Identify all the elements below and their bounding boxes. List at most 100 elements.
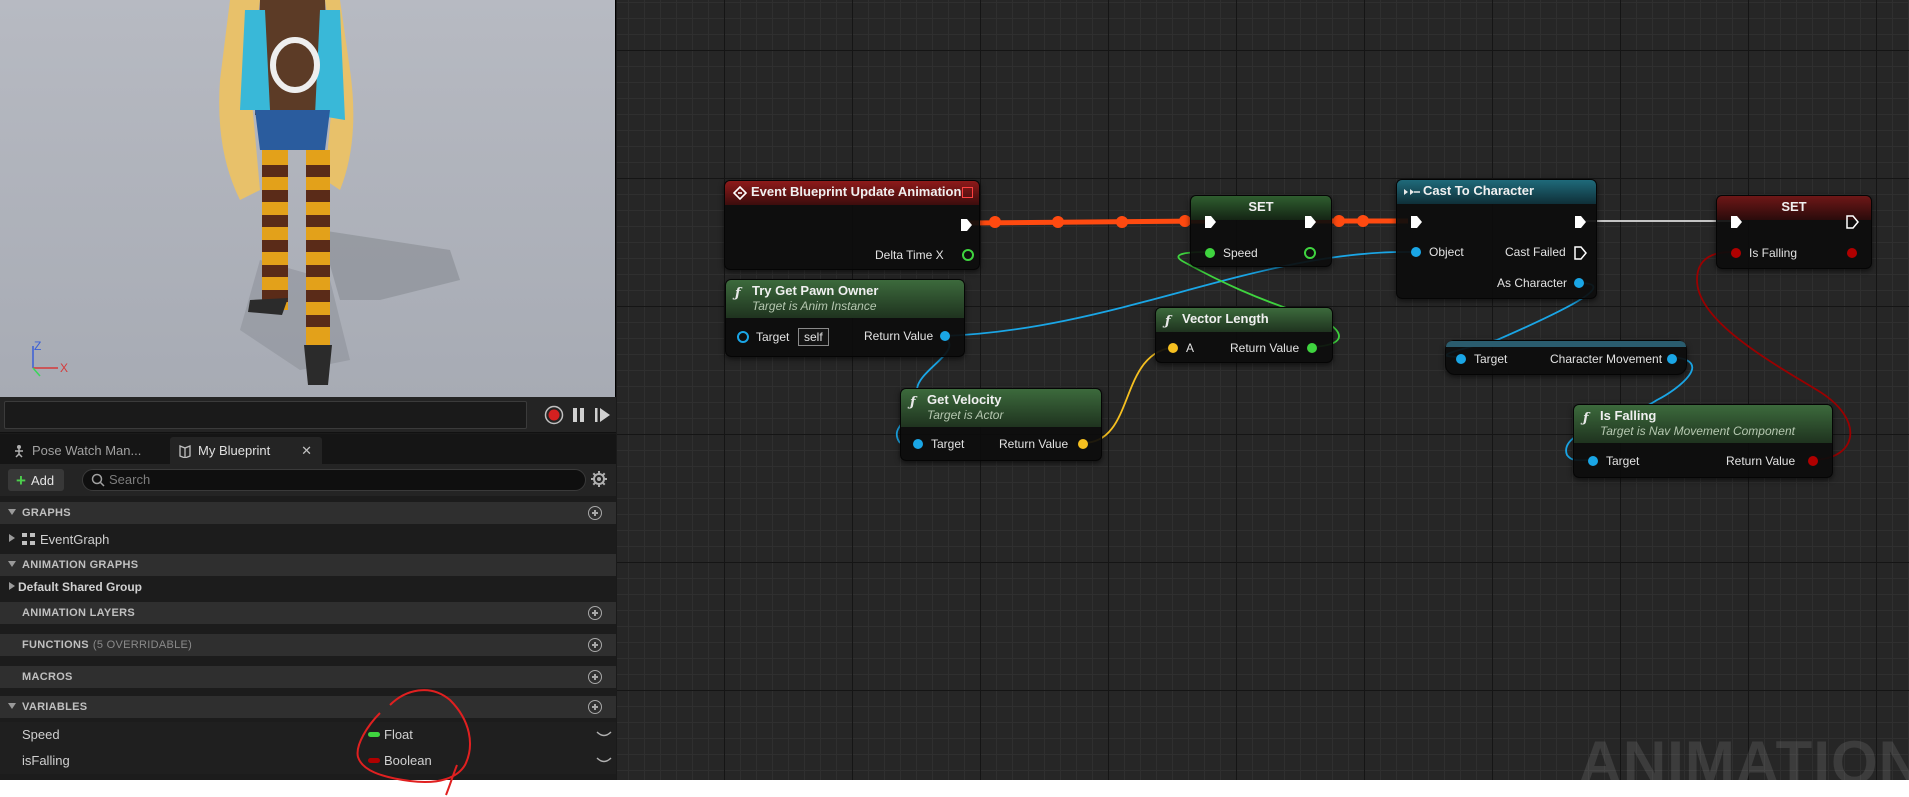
node-set-speed[interactable]: SET Speed	[1190, 195, 1332, 267]
pin-label: Character Movement	[1550, 352, 1663, 366]
node-is-falling[interactable]: ƒ Is Falling Target is Nav Movement Comp…	[1573, 404, 1833, 478]
node-title: Get Velocity	[927, 392, 1002, 407]
exec-out-pin-icon[interactable]	[1573, 245, 1587, 261]
object-pin-icon[interactable]	[1409, 245, 1423, 259]
pin-label: Return Value	[1726, 454, 1796, 468]
variable-row-speed[interactable]: Speed Float	[0, 722, 616, 748]
pause-icon[interactable]	[569, 405, 589, 425]
eye-closed-icon[interactable]	[596, 728, 612, 740]
add-macro-icon[interactable]	[588, 670, 602, 684]
add-button-label: Add	[30, 472, 55, 488]
section-graphs[interactable]: GRAPHS	[0, 502, 616, 524]
object-pin-icon[interactable]	[1454, 352, 1468, 366]
add-button[interactable]: + Add	[8, 469, 65, 491]
object-pin-icon[interactable]	[938, 329, 952, 343]
node-get-velocity[interactable]: ƒ Get Velocity Target is Actor Target Re…	[900, 388, 1102, 461]
self-value-box[interactable]: self	[798, 328, 829, 346]
delegate-pin-icon[interactable]	[962, 187, 973, 198]
collapse-caret-icon	[8, 703, 16, 709]
section-functions[interactable]: FUNCTIONS (5 OVERRIDABLE)	[0, 634, 616, 656]
plus-icon: +	[16, 470, 26, 490]
close-tab-icon[interactable]: ✕	[301, 437, 312, 464]
object-pin-icon[interactable]	[1665, 352, 1679, 366]
node-title: SET	[1781, 199, 1807, 214]
exec-in-pin-icon[interactable]	[1203, 214, 1217, 230]
node-cast-to-character[interactable]: Cast To Character Object Cast Failed As …	[1396, 179, 1597, 299]
node-header: Event Blueprint Update Animation	[725, 181, 979, 205]
node-try-get-pawn-owner[interactable]: ƒ Try Get Pawn Owner Target is Anim Inst…	[725, 279, 965, 357]
pin-label: Return Value	[999, 437, 1069, 451]
add-function-icon[interactable]	[588, 638, 602, 652]
add-variable-icon[interactable]	[588, 700, 602, 714]
object-pin-icon[interactable]	[1572, 276, 1586, 290]
pin-label: As Character	[1497, 276, 1568, 290]
node-header: ƒ Vector Length	[1156, 308, 1332, 332]
book-icon	[179, 444, 191, 458]
node-title: SET	[1248, 199, 1274, 214]
event-graph-canvas[interactable]: Event Blueprint Update Animation Delta T…	[617, 0, 1909, 780]
function-icon: ƒ	[1165, 314, 1171, 329]
search-icon	[91, 473, 105, 487]
section-variables[interactable]: VARIABLES	[0, 696, 616, 718]
add-graph-icon[interactable]	[588, 506, 602, 520]
variable-row-isfalling[interactable]: isFalling Boolean	[0, 748, 616, 774]
record-icon[interactable]	[544, 405, 564, 425]
bool-pin-icon[interactable]	[1845, 246, 1859, 260]
add-layer-icon[interactable]	[588, 606, 602, 620]
exec-out-pin-icon[interactable]	[959, 217, 973, 233]
cast-arrow-icon	[1404, 189, 1420, 195]
float-pin-icon[interactable]	[1303, 246, 1317, 260]
pin-label: Return Value	[864, 329, 934, 343]
function-icon: ƒ	[735, 286, 741, 301]
node-header: ƒ Get Velocity Target is Actor	[901, 389, 1101, 427]
node-title: Event Blueprint Update Animation	[751, 184, 962, 199]
tab-pose-watch-manager[interactable]: Pose Watch Man...	[4, 437, 149, 464]
tree-item-label: EventGraph	[40, 531, 110, 547]
tree-item-default-shared-group[interactable]: Default Shared Group	[0, 576, 616, 598]
node-vector-length[interactable]: ƒ Vector Length A Return Value	[1155, 307, 1333, 363]
eye-closed-icon[interactable]	[596, 754, 612, 766]
object-pin-icon[interactable]	[736, 330, 750, 344]
section-animation-layers[interactable]: ANIMATION LAYERS	[0, 602, 616, 624]
exec-in-pin-icon[interactable]	[1729, 214, 1743, 230]
node-title: Is Falling	[1600, 408, 1657, 423]
tab-my-blueprint[interactable]: My Blueprint ✕	[170, 437, 322, 464]
node-character-movement[interactable]: Target Character Movement	[1445, 340, 1687, 375]
tree-item-event-graph[interactable]: EventGraph	[0, 528, 616, 550]
timeline-scrubber[interactable]	[4, 401, 527, 429]
exec-out-pin-icon[interactable]	[1303, 214, 1317, 230]
gear-icon[interactable]	[590, 470, 608, 488]
exec-out-pin-icon[interactable]	[1573, 214, 1587, 230]
my-blueprint-sections: GRAPHS EventGraph ANIMATION GRAPHS Defau…	[0, 496, 616, 780]
expand-caret-icon	[9, 582, 15, 590]
search-input[interactable]: Search	[82, 469, 586, 491]
character-preview-image	[219, 0, 460, 385]
preview-viewport[interactable]: Z X	[0, 0, 616, 397]
exec-in-pin-icon[interactable]	[1409, 214, 1423, 230]
node-set-is-falling[interactable]: SET Is Falling	[1716, 195, 1872, 269]
vector-pin-icon[interactable]	[1076, 437, 1090, 451]
vector-pin-icon[interactable]	[1166, 341, 1180, 355]
pin-label: Speed	[1223, 246, 1258, 260]
object-pin-icon[interactable]	[911, 437, 925, 451]
bool-pin-icon[interactable]	[1729, 246, 1743, 260]
node-title: Try Get Pawn Owner	[752, 283, 879, 298]
node-event-update-animation[interactable]: Event Blueprint Update Animation Delta T…	[724, 180, 980, 270]
section-macros[interactable]: MACROS	[0, 666, 616, 688]
pin-label: Target	[1606, 454, 1640, 468]
float-pin-icon[interactable]	[1203, 246, 1217, 260]
axis-x-label: X	[60, 361, 69, 375]
section-subtitle: (5 OVERRIDABLE)	[92, 639, 193, 651]
object-pin-icon[interactable]	[1586, 454, 1600, 468]
playback-timeline	[0, 397, 616, 433]
bool-pin-icon[interactable]	[1806, 454, 1820, 468]
pin-label: Object	[1429, 245, 1464, 259]
float-pin-icon[interactable]	[1305, 341, 1319, 355]
float-pin-icon[interactable]	[961, 248, 975, 262]
step-forward-icon[interactable]	[592, 405, 612, 425]
exec-out-pin-icon[interactable]	[1845, 214, 1859, 230]
section-animation-graphs[interactable]: ANIMATION GRAPHS	[0, 554, 616, 576]
pose-watch-icon	[15, 444, 23, 458]
pin-label: A	[1186, 341, 1195, 355]
node-header: ƒ Is Falling Target is Nav Movement Comp…	[1574, 405, 1832, 443]
